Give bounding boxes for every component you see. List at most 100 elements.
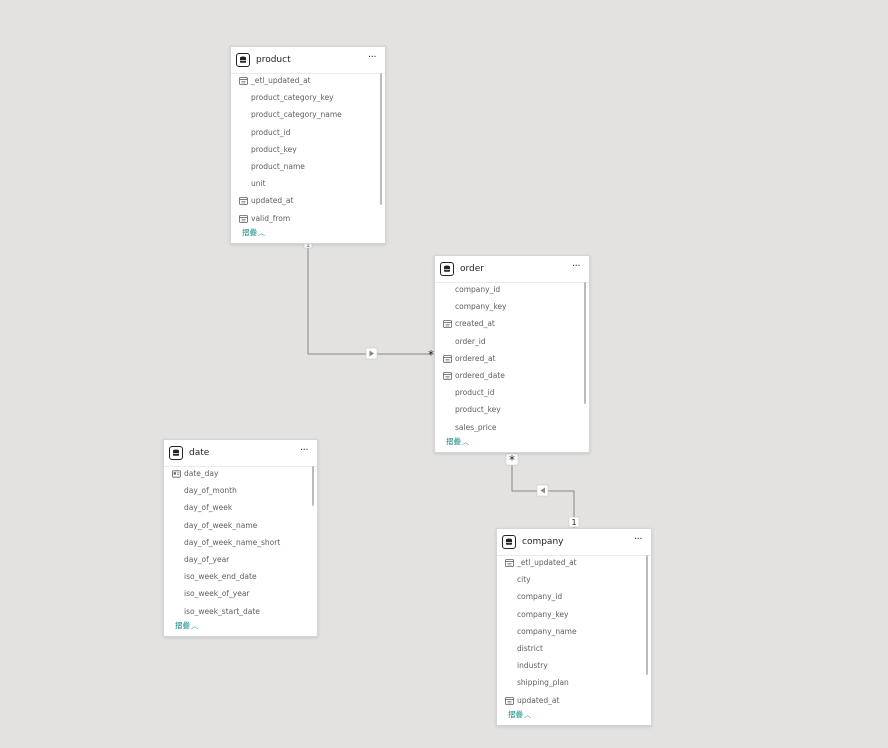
more-options-button[interactable]: ··· bbox=[297, 446, 311, 460]
table-card-date[interactable]: date ··· date_day day_of_month day_of_week… bbox=[163, 439, 318, 637]
field-row[interactable]: industry bbox=[497, 658, 651, 675]
scrollbar[interactable] bbox=[312, 466, 314, 506]
table-card-footer: 摺疊︿ bbox=[164, 616, 317, 636]
datetime-icon bbox=[505, 559, 514, 567]
field-label: sales_price bbox=[455, 422, 497, 432]
table-card-header[interactable]: order ··· bbox=[435, 256, 589, 283]
field-label: iso_week_start_date bbox=[184, 606, 260, 616]
field-row[interactable]: unit bbox=[231, 176, 385, 193]
field-label: day_of_year bbox=[184, 554, 230, 564]
field-list[interactable]: date_day day_of_month day_of_week day_of_we… bbox=[164, 466, 317, 618]
field-row[interactable]: date_day bbox=[164, 466, 317, 483]
table-icon bbox=[236, 53, 250, 67]
chevron-up-icon: ︿ bbox=[191, 622, 198, 630]
table-card-header[interactable]: date ··· bbox=[164, 440, 317, 467]
field-row[interactable]: iso_week_of_year bbox=[164, 586, 317, 603]
field-label: iso_week_end_date bbox=[184, 572, 257, 582]
field-row[interactable]: day_of_week bbox=[164, 500, 317, 517]
field-row[interactable]: company_key bbox=[435, 299, 589, 316]
relationship-product-order[interactable]: 1 * bbox=[303, 240, 434, 362]
more-options-button[interactable]: ··· bbox=[569, 262, 583, 276]
field-label: product_key bbox=[251, 144, 297, 154]
field-label: company_key bbox=[517, 609, 569, 619]
field-label: shipping_plan bbox=[517, 678, 569, 688]
field-label: product_category_name bbox=[251, 110, 342, 120]
field-label: product_id bbox=[455, 388, 495, 398]
collapse-button[interactable]: 摺疊︿ bbox=[242, 228, 265, 238]
collapse-button[interactable]: 摺疊︿ bbox=[508, 710, 531, 720]
field-row[interactable]: updated_at bbox=[231, 193, 385, 210]
collapse-button[interactable]: 摺疊︿ bbox=[175, 621, 198, 631]
field-list[interactable]: _etl_updated_atcity company_id company_key… bbox=[497, 555, 651, 707]
field-row[interactable]: _etl_updated_at bbox=[231, 73, 385, 90]
table-card-header[interactable]: company ··· bbox=[497, 529, 651, 556]
chevron-up-icon: ︿ bbox=[462, 438, 469, 446]
field-label: updated_at bbox=[251, 196, 294, 206]
field-row[interactable]: _etl_updated_at bbox=[497, 555, 651, 572]
field-row[interactable]: shipping_plan bbox=[497, 675, 651, 692]
table-icon bbox=[440, 262, 454, 276]
field-row[interactable]: company_id bbox=[497, 589, 651, 606]
field-row[interactable]: company_key bbox=[497, 607, 651, 624]
table-card-order[interactable]: order ··· company_id company_key created_a… bbox=[434, 255, 590, 453]
field-row[interactable]: product_category_name bbox=[231, 107, 385, 124]
model-canvas[interactable]: 1 * * 1 product ··· _etl_updated_at produ… bbox=[0, 0, 888, 748]
scrollbar[interactable] bbox=[584, 282, 586, 404]
field-list[interactable]: _etl_updated_at product_category_keyprodu… bbox=[231, 73, 385, 225]
more-options-button[interactable]: ··· bbox=[631, 535, 645, 549]
scrollbar[interactable] bbox=[380, 73, 382, 205]
field-label: _etl_updated_at bbox=[517, 558, 577, 567]
field-row[interactable]: created_at bbox=[435, 316, 589, 333]
relationship-company-order[interactable]: * 1 bbox=[505, 453, 580, 528]
field-row[interactable]: day_of_year bbox=[164, 552, 317, 569]
field-row[interactable]: product_name bbox=[231, 159, 385, 176]
field-row[interactable]: ordered_at bbox=[435, 351, 589, 368]
field-row[interactable]: product_id bbox=[435, 385, 589, 402]
datetime-icon bbox=[239, 214, 248, 223]
collapse-label: 摺疊 bbox=[446, 437, 461, 446]
field-row[interactable]: city bbox=[497, 572, 651, 589]
chevron-up-icon: ︿ bbox=[524, 711, 531, 719]
field-label: company_id bbox=[455, 285, 501, 294]
field-row[interactable]: day_of_week_name bbox=[164, 518, 317, 535]
field-row[interactable]: company_id bbox=[435, 282, 589, 299]
table-card-company[interactable]: company ··· _etl_updated_atcity company_i… bbox=[496, 528, 652, 726]
field-label: ordered_date bbox=[455, 370, 505, 380]
field-row[interactable]: day_of_week_name_short bbox=[164, 535, 317, 552]
table-card-footer: 摺疊︿ bbox=[497, 705, 651, 725]
field-label: updated_at bbox=[517, 695, 560, 705]
field-row[interactable]: product_key bbox=[231, 142, 385, 159]
more-options-button[interactable]: ··· bbox=[365, 53, 379, 67]
table-card-header[interactable]: product ··· bbox=[231, 47, 385, 74]
field-label: _etl_updated_at bbox=[251, 76, 311, 85]
field-label: day_of_week bbox=[184, 503, 233, 513]
datetime-icon bbox=[443, 354, 452, 363]
field-label: day_of_week_name bbox=[184, 520, 258, 530]
field-row[interactable]: ordered_date bbox=[435, 368, 589, 385]
field-row[interactable]: product_category_key bbox=[231, 90, 385, 107]
collapse-label: 摺疊 bbox=[242, 228, 257, 237]
cardinality-many-label: * bbox=[509, 453, 515, 467]
collapse-button[interactable]: 摺疊︿ bbox=[446, 437, 469, 447]
field-label: company_key bbox=[455, 302, 507, 312]
cardinality-one-label: 1 bbox=[571, 518, 576, 527]
collapse-label: 摺疊 bbox=[508, 710, 523, 719]
field-row[interactable]: company_name bbox=[497, 624, 651, 641]
field-label: product_id bbox=[251, 127, 291, 137]
table-card-product[interactable]: product ··· _etl_updated_at product_categ… bbox=[230, 46, 386, 244]
field-label: iso_week_of_year bbox=[184, 589, 250, 599]
id-card-icon bbox=[172, 470, 181, 478]
field-row[interactable]: product_key bbox=[435, 402, 589, 419]
field-row[interactable]: order_id bbox=[435, 334, 589, 351]
field-label: product_key bbox=[455, 405, 501, 415]
datetime-icon bbox=[443, 320, 452, 329]
field-row[interactable]: district bbox=[497, 641, 651, 658]
field-label: created_at bbox=[455, 319, 495, 329]
field-row[interactable]: day_of_month bbox=[164, 483, 317, 500]
field-list[interactable]: company_id company_key created_at order_id o… bbox=[435, 282, 589, 434]
field-row[interactable]: product_id bbox=[231, 125, 385, 142]
field-label: unit bbox=[251, 179, 266, 189]
field-row[interactable]: iso_week_end_date bbox=[164, 569, 317, 586]
scrollbar[interactable] bbox=[646, 555, 648, 675]
filter-direction-right-icon bbox=[369, 350, 374, 357]
